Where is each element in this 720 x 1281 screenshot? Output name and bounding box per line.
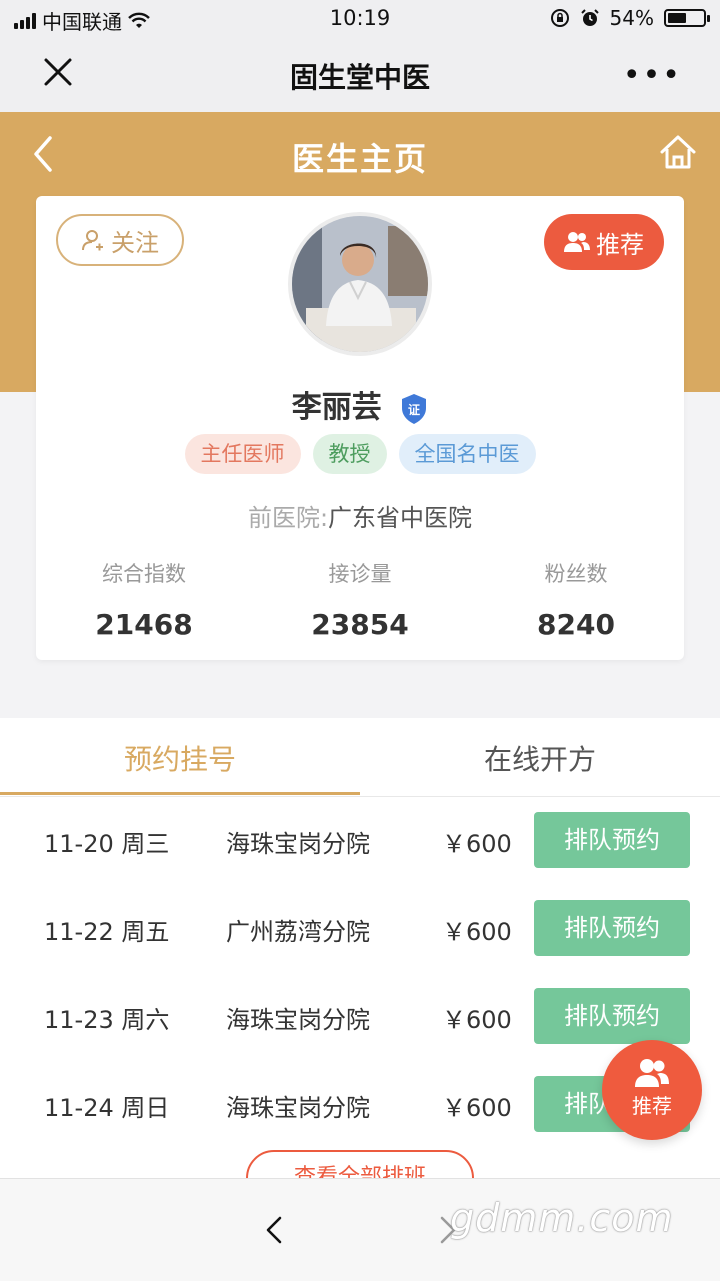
- follow-button[interactable]: 关注: [56, 214, 184, 266]
- schedule-branch: 海珠宝岗分院: [226, 1006, 370, 1034]
- schedule-price: ￥600: [442, 918, 512, 946]
- tag-professor: 教授: [312, 434, 387, 474]
- former-hospital-label: 前医院:: [247, 504, 329, 532]
- doctor-photo: [292, 216, 428, 352]
- schedule-date: 11-20 周三: [44, 830, 170, 858]
- battery-level: [668, 13, 686, 23]
- doctor-stats: 综合指数 21468 接诊量 23854 粉丝数 8240: [36, 558, 684, 641]
- title-tags: 主任医师 教授 全国名中医: [36, 434, 684, 474]
- watermark: gdmm.com: [450, 1196, 674, 1240]
- schedule-branch: 海珠宝岗分院: [226, 1094, 370, 1122]
- former-hospital: 前医院:广东省中医院: [36, 498, 684, 533]
- schedule-date: 11-22 周五: [44, 918, 170, 946]
- schedule-row: 11-20 周三 海珠宝岗分院 ￥600 排队预约: [0, 796, 720, 884]
- verified-badge-text: 证: [408, 403, 420, 417]
- verified-badge-icon: 证: [402, 393, 427, 424]
- tag-national-tcm-master: 全国名中医: [398, 434, 536, 474]
- schedule-date: 11-23 周六: [44, 1006, 170, 1034]
- doctor-name-row: 李丽芸 证: [36, 382, 684, 426]
- queue-booking-button[interactable]: 排队预约: [534, 900, 690, 956]
- schedule-price: ￥600: [442, 1006, 512, 1034]
- schedule-price: ￥600: [442, 830, 512, 858]
- recommend-label: 推荐: [596, 230, 644, 259]
- battery-icon: [664, 9, 710, 27]
- tab-bar: 预约挂号 在线开方: [0, 718, 720, 797]
- page-title: 医生主页: [291, 140, 428, 178]
- schedule-row: 11-22 周五 广州荔湾分院 ￥600 排队预约: [0, 884, 720, 972]
- follow-label: 关注: [111, 228, 159, 257]
- former-hospital-name: 广东省中医院: [328, 504, 473, 532]
- tag-chief-physician: 主任医师: [184, 434, 301, 474]
- stat-value: 8240: [537, 608, 615, 641]
- tab-online-prescription[interactable]: 在线开方: [360, 738, 720, 778]
- status-right: 54%: [550, 6, 710, 30]
- stat-label: 接诊量: [328, 562, 392, 586]
- doctor-card: 关注 推荐 李丽芸 证 主任医师 教授 全国名中医 前医院:广东省中医院 综合指…: [36, 196, 684, 660]
- mini-program-title: 固生堂中医: [289, 61, 430, 94]
- schedule-date: 11-24 周日: [44, 1094, 170, 1122]
- doctor-avatar: [288, 212, 432, 356]
- doctor-name: 李丽芸: [291, 390, 382, 425]
- battery-percent: 54%: [609, 6, 654, 30]
- floating-recommend-label: 推荐: [632, 1094, 672, 1118]
- stat-consultations: 接诊量 23854: [252, 558, 468, 641]
- queue-booking-button[interactable]: 排队预约: [534, 988, 690, 1044]
- user-add-icon: [82, 230, 103, 251]
- stat-label: 粉丝数: [544, 562, 608, 586]
- queue-booking-button[interactable]: 排队预约: [534, 812, 690, 868]
- active-tab-indicator: [0, 792, 360, 795]
- home-icon[interactable]: [658, 132, 698, 172]
- floating-recommend-button[interactable]: 推荐: [602, 1040, 702, 1140]
- more-icon[interactable]: •••: [623, 58, 682, 93]
- schedule-branch: 广州荔湾分院: [226, 918, 370, 946]
- users-icon: [635, 1059, 669, 1087]
- stat-followers: 粉丝数 8240: [468, 558, 684, 641]
- tab-appointment[interactable]: 预约挂号: [0, 738, 360, 778]
- rotation-lock-icon: [550, 9, 569, 27]
- schedule-row: 11-23 周六 海珠宝岗分院 ￥600 排队预约: [0, 972, 720, 1060]
- users-icon: [564, 232, 590, 252]
- status-bar: 中国联通 10:19 54%: [0, 0, 720, 38]
- schedule-price: ￥600: [442, 1094, 512, 1122]
- wechat-nav-bar: 固生堂中医 •••: [0, 38, 720, 112]
- alarm-icon: [580, 9, 599, 26]
- schedule-branch: 海珠宝岗分院: [226, 830, 370, 858]
- stat-label: 综合指数: [102, 562, 186, 586]
- stat-overall-index: 综合指数 21468: [36, 558, 252, 641]
- recommend-button[interactable]: 推荐: [544, 214, 664, 270]
- browser-back-icon[interactable]: [262, 1215, 286, 1245]
- stat-value: 23854: [311, 608, 409, 641]
- stat-value: 21468: [95, 608, 193, 641]
